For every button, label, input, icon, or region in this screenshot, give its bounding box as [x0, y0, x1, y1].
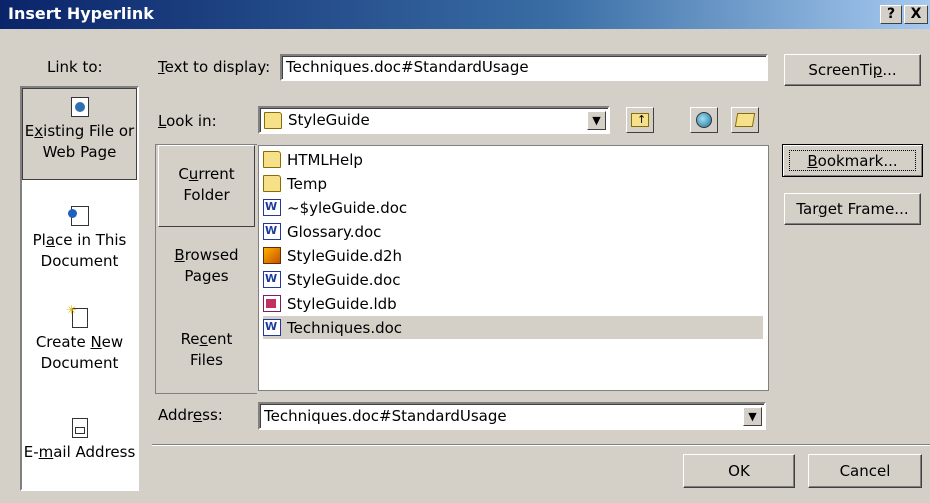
browsed-pages-label-2: Pages	[184, 267, 229, 285]
chevron-down-icon[interactable]: ▼	[587, 110, 606, 130]
link-create-new-document[interactable]: ✳ Create New Document	[22, 304, 137, 386]
word-document-icon	[263, 199, 281, 216]
file-name: Glossary.doc	[287, 222, 382, 241]
list-item[interactable]: ~$yleGuide.doc	[263, 196, 763, 219]
folder-icon	[263, 175, 281, 192]
link-place-in-document[interactable]: Place in This Document	[22, 204, 137, 284]
look-in-label: Look in:	[158, 112, 217, 130]
link-existing-file-label-2: Web Page	[42, 143, 117, 161]
link-create-new-document-label-2: Document	[40, 354, 119, 372]
help-icon: ?	[886, 6, 896, 22]
existing-file-icon	[70, 97, 89, 117]
up-one-folder-button[interactable]: ↑	[626, 107, 654, 133]
browsed-pages-label-1: Browsed	[174, 246, 239, 264]
link-email-address[interactable]: E-mail Address	[22, 416, 137, 476]
word-document-icon	[263, 319, 281, 336]
word-document-icon	[263, 223, 281, 240]
list-item[interactable]: HTMLHelp	[263, 148, 763, 171]
link-create-new-document-label-1: Create New	[35, 333, 124, 351]
recent-files-button[interactable]: Recent Files	[158, 329, 255, 389]
bookmark-button[interactable]: Bookmark...	[782, 144, 923, 177]
text-to-display-label: Text to display:	[158, 58, 271, 76]
link-to-label: Link to:	[47, 58, 103, 76]
target-frame-button[interactable]: Target Frame...	[784, 193, 921, 225]
bookmark-focus: Bookmark...	[789, 150, 916, 171]
list-item[interactable]: StyleGuide.doc	[263, 268, 763, 291]
list-item[interactable]: StyleGuide.ldb	[263, 292, 763, 315]
close-button[interactable]: X	[904, 5, 928, 24]
screentip-button[interactable]: ScreenTip...	[784, 54, 921, 86]
file-name: HTMLHelp	[287, 150, 363, 169]
access-lock-file-icon	[263, 295, 281, 312]
folder-buttons: Current Folder Browsed Pages Recent File…	[155, 144, 257, 394]
look-in-select[interactable]: StyleGuide ▼	[258, 106, 610, 134]
file-name: StyleGuide.doc	[287, 270, 401, 289]
current-folder-label-2: Folder	[183, 186, 230, 204]
cancel-button[interactable]: Cancel	[808, 454, 922, 488]
text-to-display-input[interactable]: Techniques.doc#StandardUsage	[280, 54, 768, 81]
open-folder-icon	[734, 113, 756, 127]
folder-icon	[263, 151, 281, 168]
list-item[interactable]: Temp	[263, 172, 763, 195]
up-folder-icon: ↑	[631, 113, 649, 127]
browsed-pages-button[interactable]: Browsed Pages	[158, 245, 255, 305]
dialog-title: Insert Hyperlink	[8, 4, 154, 23]
d2h-file-icon	[263, 247, 281, 264]
link-place-in-document-label-1: Place in This	[32, 231, 127, 249]
file-name: Temp	[287, 174, 327, 193]
globe-search-icon	[696, 112, 712, 128]
chevron-down-icon[interactable]: ▼	[743, 406, 762, 426]
ok-button[interactable]: OK	[683, 454, 795, 488]
list-item[interactable]: Glossary.doc	[263, 220, 763, 243]
address-input[interactable]: Techniques.doc#StandardUsage ▼	[258, 402, 766, 430]
word-document-icon	[263, 271, 281, 288]
divider	[152, 444, 930, 446]
list-item-selected[interactable]: Techniques.doc	[263, 316, 763, 339]
current-folder-button[interactable]: Current Folder	[158, 145, 255, 227]
file-list[interactable]: HTMLHelp Temp ~$yleGuide.doc Glossary.do…	[258, 145, 769, 391]
create-new-document-icon: ✳	[67, 304, 88, 328]
close-icon: X	[910, 6, 922, 22]
email-address-icon	[71, 418, 88, 438]
browse-file-button[interactable]	[731, 107, 759, 133]
link-existing-file-label-1: Existing File or	[24, 122, 135, 140]
link-existing-file[interactable]: Existing File or Web Page	[22, 88, 137, 180]
link-email-address-label: E-mail Address	[23, 443, 136, 461]
place-in-document-icon	[67, 206, 89, 226]
recent-files-label-1: Recent	[180, 330, 233, 348]
link-to-panel: Existing File or Web Page Place in This …	[20, 86, 139, 491]
help-button[interactable]: ?	[880, 5, 902, 24]
file-name: StyleGuide.d2h	[287, 246, 403, 265]
address-label: Address:	[158, 406, 223, 424]
file-name: Techniques.doc	[287, 318, 403, 337]
file-name: ~$yleGuide.doc	[287, 198, 408, 217]
list-item[interactable]: StyleGuide.d2h	[263, 244, 763, 267]
address-value: Techniques.doc#StandardUsage	[264, 407, 507, 425]
folder-icon	[264, 111, 282, 129]
browse-web-button[interactable]	[690, 107, 718, 133]
current-folder-label-1: Current	[178, 165, 235, 183]
link-place-in-document-label-2: Document	[40, 252, 119, 270]
file-name: StyleGuide.ldb	[287, 294, 397, 313]
recent-files-label-2: Files	[190, 351, 223, 369]
look-in-value: StyleGuide	[288, 111, 370, 129]
